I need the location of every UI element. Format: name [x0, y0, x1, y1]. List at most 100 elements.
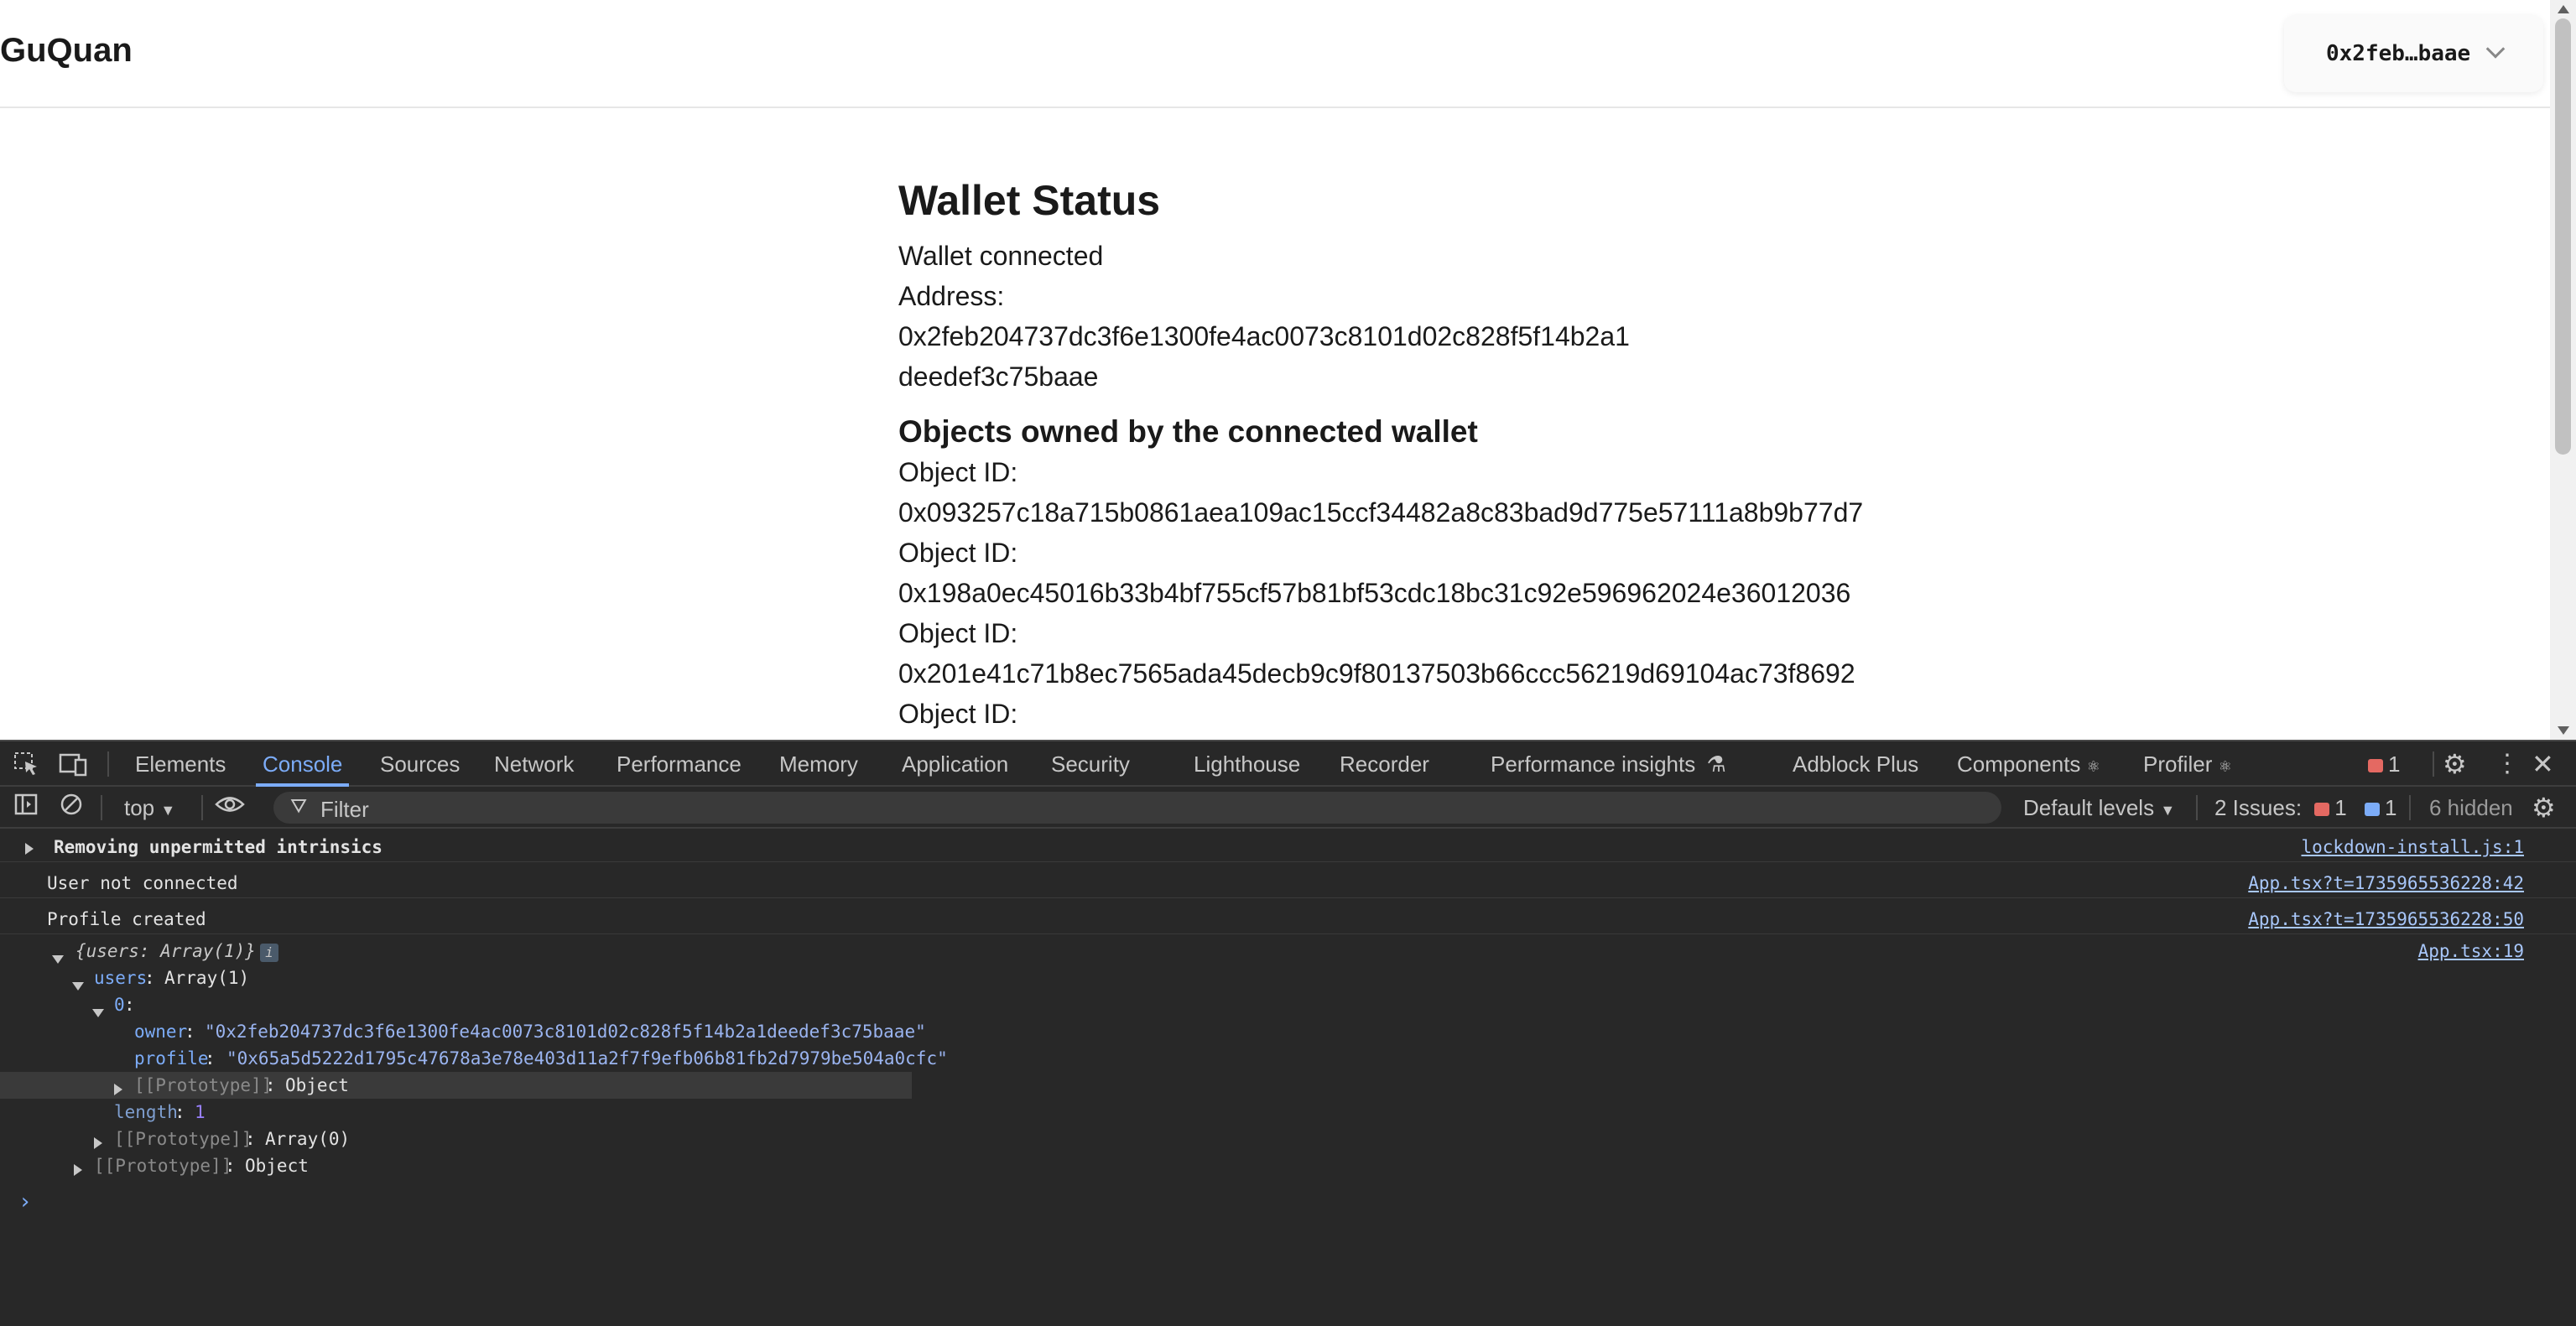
issues-label: 2 Issues:: [2214, 795, 2303, 820]
tree-node-prototype[interactable]: [[Prototype]] : Object: [0, 1072, 912, 1099]
colon-separator: :: [225, 1156, 247, 1176]
page-title: Wallet Status: [898, 177, 1161, 224]
console-message: User not connected App.tsx?t=17359655362…: [0, 865, 2576, 898]
property-key: [[Prototype]]: [94, 1156, 232, 1176]
property-type: Object: [285, 1075, 349, 1095]
tab-memory[interactable]: Memory: [779, 741, 858, 787]
clear-console-icon[interactable]: [59, 792, 84, 823]
prompt-chevron-icon: ›: [18, 1189, 32, 1214]
tab-sources[interactable]: Sources: [380, 741, 460, 787]
dropdown-arrow-icon: ▼: [160, 802, 176, 819]
number-value: 1: [195, 1102, 206, 1122]
tab-profiler[interactable]: Profiler ⚛: [2143, 741, 2232, 787]
console-message-text: Profile created: [47, 909, 206, 929]
console-filter-input[interactable]: ⛛ Filter: [273, 792, 2001, 824]
scroll-up-arrow-icon[interactable]: [2558, 5, 2569, 13]
error-counter[interactable]: 1: [2368, 741, 2400, 787]
objects-heading: Objects owned by the connected wallet: [898, 414, 1478, 449]
address-label: Address:: [898, 281, 1005, 311]
tab-elements[interactable]: Elements: [135, 741, 226, 787]
colon-separator: :: [265, 1075, 287, 1095]
react-icon: ⚛: [2218, 758, 2232, 775]
page-scrollbar[interactable]: [2550, 0, 2576, 740]
object-id-value: 0x201e41c71b8ec7565ada45decb9c9f80137503…: [898, 658, 1855, 689]
console-source-link[interactable]: App.tsx:19: [2418, 941, 2524, 961]
scroll-down-arrow-icon[interactable]: [2558, 726, 2569, 735]
expand-arrow-icon[interactable]: [25, 839, 34, 859]
devtools-tab-bar: Elements Console Sources Network Perform…: [0, 740, 2576, 787]
inspect-element-icon[interactable]: [13, 751, 40, 782]
devtools-panel: Elements Console Sources Network Perform…: [0, 740, 2576, 1326]
owner-string-value: "0x2feb204737dc3f6e1300fe4ac0073c8101d02…: [205, 1022, 926, 1042]
info-icon[interactable]: i: [252, 941, 278, 962]
colon-separator: :: [245, 1129, 267, 1149]
tab-components-label: Components: [1957, 751, 2081, 777]
close-icon[interactable]: ✕: [2532, 751, 2554, 777]
object-summary-text: {users: Array(1)}: [75, 941, 256, 961]
tree-node-profile: profile : "0x65a5d5222d1795c47678a3e78e4…: [0, 1045, 2576, 1072]
hidden-messages-count: 6 hidden: [2429, 795, 2513, 820]
divider: [2433, 751, 2434, 777]
chevron-down-icon: [2485, 39, 2506, 59]
context-selector[interactable]: top ▼: [124, 795, 175, 821]
expand-arrow-icon[interactable]: [94, 1133, 102, 1153]
divider: [201, 795, 203, 820]
wallet-account-button[interactable]: 0x2feb…baae: [2284, 15, 2543, 92]
app-viewport: GuQuan 0x2feb…baae Wallet Status Wallet …: [0, 0, 2576, 740]
tree-node-prototype[interactable]: [[Prototype]] : Object: [0, 1152, 2576, 1179]
scrollbar-thumb[interactable]: [2555, 18, 2571, 455]
property-type: Array(1): [164, 968, 250, 988]
tab-lighthouse[interactable]: Lighthouse: [1194, 741, 1300, 787]
divider: [101, 795, 102, 820]
live-expression-eye-icon[interactable]: [215, 792, 245, 823]
tree-node-prototype[interactable]: [[Prototype]] : Array(0): [0, 1126, 2576, 1152]
console-source-link[interactable]: lockdown-install.js:1: [2301, 837, 2524, 857]
tree-node-length: length : 1: [0, 1099, 2576, 1126]
tab-console[interactable]: Console: [255, 741, 350, 787]
console-toolbar: top ▼ ⛛ Filter Default levels ▼ 2 Issues…: [0, 787, 2576, 829]
tree-node-index[interactable]: 0 :: [0, 991, 2576, 1018]
tree-node-owner: owner : "0x2feb204737dc3f6e1300fe4ac0073…: [0, 1018, 2576, 1045]
console-message-text: Removing unpermitted intrinsics: [54, 837, 382, 857]
tab-performance-insights-label: Performance insights: [1491, 751, 1696, 777]
tab-components[interactable]: Components ⚛: [1957, 741, 2100, 787]
brand-logo[interactable]: GuQuan: [0, 32, 133, 70]
property-key: owner: [134, 1022, 188, 1042]
issues-error-count: 1: [2334, 795, 2347, 820]
console-settings-gear-icon[interactable]: ⚙: [2532, 792, 2556, 824]
colon-separator: :: [144, 968, 166, 988]
property-key: [[Prototype]]: [114, 1129, 252, 1149]
profile-string-value: "0x65a5d5222d1795c47678a3e78e403d11a2f7f…: [226, 1048, 948, 1069]
divider: [2409, 795, 2411, 820]
console-source-link[interactable]: App.tsx?t=1735965536228:42: [2248, 873, 2524, 893]
divider: [107, 751, 109, 777]
console-message[interactable]: Removing unpermitted intrinsics lockdown…: [0, 829, 2576, 862]
console-message-text: User not connected: [47, 873, 238, 893]
tab-application[interactable]: Application: [902, 741, 1008, 787]
tab-security[interactable]: Security: [1051, 741, 1130, 787]
wallet-status-text: Wallet connected: [898, 241, 1104, 271]
console-source-link[interactable]: App.tsx?t=1735965536228:50: [2248, 909, 2524, 929]
tab-adblock-plus[interactable]: Adblock Plus: [1793, 741, 1918, 787]
property-key: profile: [134, 1048, 209, 1069]
filter-placeholder: Filter: [320, 797, 369, 822]
tab-network[interactable]: Network: [494, 741, 574, 787]
issues-button[interactable]: 2 Issues: 1 1: [2214, 795, 2396, 821]
tab-performance[interactable]: Performance: [617, 741, 742, 787]
tab-performance-insights[interactable]: Performance insights ⚗: [1491, 741, 1726, 787]
tab-profiler-label: Profiler: [2143, 751, 2213, 777]
more-options-icon[interactable]: ⋮: [2495, 751, 2520, 777]
expand-arrow-icon[interactable]: [74, 1160, 82, 1180]
app-header: GuQuan 0x2feb…baae: [0, 0, 2550, 108]
expand-arrow-icon[interactable]: [114, 1079, 122, 1100]
object-log-summary[interactable]: {users: Array(1)} i App.tsx:19: [0, 938, 2576, 965]
settings-gear-icon[interactable]: ⚙: [2443, 751, 2467, 777]
object-id-value: 0x093257c18a715b0861aea109ac15ccf34482a8…: [898, 497, 1864, 528]
console-prompt[interactable]: ›: [0, 1184, 2576, 1226]
console-log-area: Removing unpermitted intrinsics lockdown…: [0, 829, 2576, 1326]
device-toolbar-icon[interactable]: [59, 751, 87, 782]
tree-node-users[interactable]: users : Array(1): [0, 965, 2576, 991]
log-levels-dropdown[interactable]: Default levels ▼: [2023, 795, 2175, 821]
show-sidebar-icon[interactable]: [13, 792, 39, 823]
tab-recorder[interactable]: Recorder: [1340, 741, 1429, 787]
